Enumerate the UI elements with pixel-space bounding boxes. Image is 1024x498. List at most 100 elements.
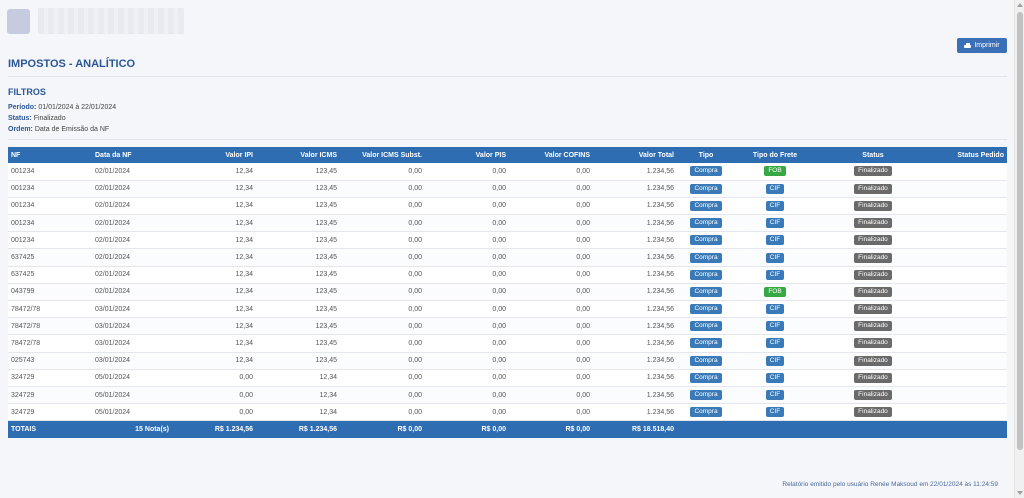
cell-status: Finalizado [815,232,931,249]
status-badge: Finalizado [854,390,892,401]
cell-valor-pis: 0,00 [492,219,506,227]
cell-valor-pis: 0,00 [492,271,506,279]
table-row: 78472/78 03/01/2024 12,34 123,45 0,00 0,00 0,0… [8,300,1007,318]
cell-status-pedido [931,386,1007,403]
cell-status: Finalizado [815,180,931,197]
cell-data-nf: 05/01/2024 [95,374,131,382]
cell-tipo-frete: FOB [735,163,815,180]
col-valor-total: Valor Total [638,151,674,159]
table-row: 001234 02/01/2024 12,34 123,45 0,00 0,00 0,00 1… [8,180,1007,198]
cell-tipo: Compra [677,318,735,335]
cell-valor-ipi: 12,34 [235,322,253,330]
cell-valor-cofins: 0,00 [576,236,590,244]
scroll-down-arrow-icon[interactable] [1017,491,1023,495]
cell-valor-ipi: 12,34 [235,167,253,175]
tipo-badge: Compra [690,390,722,401]
cell-status: Finalizado [815,249,931,266]
cell-valor-pis: 0,00 [492,185,506,193]
cell-valor-icms: 123,45 [315,202,337,210]
cell-valor-icms: 123,45 [315,339,337,347]
tipo-badge: Compra [690,218,722,229]
cell-valor-ipi: 12,34 [235,305,253,313]
cell-valor-icms-subst: 0,00 [408,374,422,382]
cell-valor-icms-subst: 0,00 [408,408,422,416]
cell-valor-total: 1.234,56 [646,254,674,262]
totals-empty-status [815,421,931,438]
title-divider [8,76,1007,77]
cell-valor-pis: 0,00 [492,236,506,244]
cell-tipo: Compra [677,249,735,266]
totals-empty-tipo [677,421,735,438]
frete-badge: CIF [765,218,785,229]
cell-status-pedido [931,180,1007,197]
cell-data-nf: 02/01/2024 [95,167,131,175]
cell-status: Finalizado [815,283,931,300]
cell-data-nf: 02/01/2024 [95,202,131,210]
cell-valor-icms-subst: 0,00 [408,357,422,365]
cell-valor-icms: 12,34 [319,408,337,416]
cell-status-pedido [931,283,1007,300]
cell-valor-ipi: 12,34 [235,219,253,227]
tipo-badge: Compra [690,355,722,366]
cell-status: Finalizado [815,369,931,386]
cell-status: Finalizado [815,163,931,180]
col-data-nf: Data da NF [95,151,132,159]
cell-valor-pis: 0,00 [492,339,506,347]
tipo-badge: Compra [690,321,722,332]
frete-badge: CIF [765,252,785,263]
cell-valor-total: 1.234,56 [646,357,674,365]
cell-valor-icms-subst: 0,00 [408,202,422,210]
cell-data-nf: 02/01/2024 [95,219,131,227]
cell-nf: 043799 [11,288,35,296]
cell-valor-cofins: 0,00 [576,254,590,262]
scroll-up-arrow-icon[interactable] [1017,3,1023,7]
report-footer-note: Relatório emitido pelo usuário Renée Mak… [782,481,998,488]
cell-valor-ipi: 12,34 [235,202,253,210]
cell-valor-icms: 123,45 [315,305,337,313]
cell-status: Finalizado [815,266,931,283]
totals-ipi: R$ 1.234,56 [214,426,253,434]
taxes-table: NF Data da NF Valor IPI Valor ICMS Valor… [8,147,1007,438]
table-row: 001234 02/01/2024 12,34 123,45 0,00 0,00 0,00 1… [8,231,1007,249]
cell-valor-cofins: 0,00 [576,322,590,330]
cell-nf: 637425 [11,254,35,262]
cell-valor-pis: 0,00 [492,391,506,399]
cell-valor-total: 1.234,56 [646,167,674,175]
cell-status-pedido [931,197,1007,214]
cell-valor-icms: 123,45 [315,167,337,175]
table-row: 78472/78 03/01/2024 12,34 123,45 0,00 0,00 0,0… [8,334,1007,353]
cell-valor-icms-subst: 0,00 [408,219,422,227]
cell-valor-icms: 123,45 [315,271,337,279]
frete-badge: CIF [765,338,785,349]
table-row: 324729 05/01/2024 0,00 12,34 0,00 0,00 0,00 1.2… [8,403,1007,421]
totals-empty-frete [735,421,815,438]
cell-tipo-frete: CIF [735,215,815,232]
status-badge: Finalizado [854,166,892,177]
vertical-scrollbar[interactable] [1014,0,1024,498]
frete-badge: CIF [765,390,785,401]
totals-pis: R$ 0,00 [481,426,506,434]
cell-valor-icms-subst: 0,00 [408,271,422,279]
cell-valor-icms-subst: 0,00 [408,305,422,313]
totals-cofins: R$ 0,00 [565,426,590,434]
cell-valor-cofins: 0,00 [576,219,590,227]
print-button[interactable]: Imprimir [957,38,1007,53]
totals-empty-status-pedido [931,421,1007,438]
status-badge: Finalizado [854,183,892,194]
cell-valor-icms: 12,34 [319,374,337,382]
cell-status-pedido [931,318,1007,335]
cell-tipo-frete: CIF [735,249,815,266]
cell-tipo: Compra [677,163,735,180]
cell-valor-total: 1.234,56 [646,391,674,399]
frete-badge: CIF [765,321,785,332]
cell-tipo: Compra [677,335,735,352]
cell-valor-ipi: 12,34 [235,185,253,193]
cell-status-pedido [931,215,1007,232]
company-logo [7,9,30,34]
scrollbar-thumb[interactable] [1017,12,1023,450]
frete-badge: FOB [764,166,786,177]
table-row: 637425 02/01/2024 12,34 123,45 0,00 0,00 0,00 1… [8,248,1007,267]
cell-data-nf: 02/01/2024 [95,236,131,244]
cell-tipo: Compra [677,232,735,249]
cell-tipo: Compra [677,404,735,421]
